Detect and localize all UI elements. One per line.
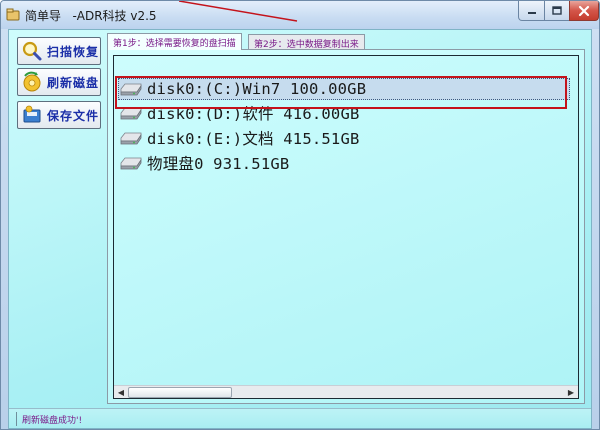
save-file-label: 保存文件 — [47, 108, 100, 123]
disk-item-text: disk0:(C:)Win7 100.00GB — [147, 80, 367, 98]
maximize-button[interactable] — [544, 1, 570, 21]
disk-list-item[interactable]: disk0:(D:)软件 416.00GB — [119, 102, 571, 124]
disk-item-text: 物理盘0 931.51GB — [147, 155, 290, 173]
hard-disk-icon — [120, 83, 142, 96]
disk-item-text: disk0:(D:)软件 416.00GB — [147, 105, 360, 123]
scroll-right-icon[interactable]: ▶ — [565, 387, 577, 397]
title-bar[interactable]: 简单导 -ADR科技 v2.5 — [1, 1, 599, 29]
client-area: 扫描恢复 刷新磁盘 保存文件 第1步：选择需要恢复的盘扫描 第2步：选中数据复制… — [8, 29, 592, 429]
save-file-button[interactable]: 保存文件 — [17, 101, 101, 129]
minimize-icon — [527, 11, 536, 14]
status-bar: 刷新磁盘成功'! — [9, 408, 591, 428]
scan-recover-label: 扫描恢复 — [47, 44, 100, 59]
app-window: 简单导 -ADR科技 v2.5 扫描恢复 刷新磁盘 保存文件 第1步：选择需要恢… — [0, 0, 600, 430]
annotation-line — [179, 1, 298, 22]
close-button[interactable] — [569, 1, 599, 21]
disk-list[interactable]: disk0:(C:)Win7 100.00GB disk0:(D:)软件 416… — [113, 55, 579, 399]
disk-list-item[interactable]: disk0:(C:)Win7 100.00GB — [118, 78, 570, 100]
hard-disk-icon — [120, 157, 142, 170]
hard-disk-icon — [120, 107, 142, 120]
maximize-icon — [552, 5, 562, 15]
disk-list-item[interactable]: 物理盘0 931.51GB — [119, 152, 571, 174]
hard-disk-icon — [120, 132, 142, 145]
scroll-thumb[interactable] — [128, 387, 232, 398]
app-icon — [6, 8, 20, 21]
refresh-disc-icon — [23, 71, 41, 92]
status-text: 刷新磁盘成功'! — [22, 416, 83, 426]
disk-list-item[interactable]: disk0:(E:)文档 415.51GB — [119, 127, 571, 149]
minimize-button[interactable] — [518, 1, 545, 21]
disk-item-text: disk0:(E:)文档 415.51GB — [147, 130, 360, 148]
refresh-disk-button[interactable]: 刷新磁盘 — [17, 68, 101, 96]
save-file-icon — [23, 105, 41, 123]
tab-step1[interactable]: 第1步：选择需要恢复的盘扫描 — [107, 33, 242, 50]
horizontal-scrollbar[interactable]: ◀ ▶ — [114, 385, 578, 398]
tab-panel: disk0:(C:)Win7 100.00GB disk0:(D:)软件 416… — [107, 49, 585, 404]
close-icon — [578, 5, 590, 16]
tab-step2[interactable]: 第2步：选中数据复制出来 — [248, 34, 365, 50]
refresh-disk-label: 刷新磁盘 — [47, 75, 100, 90]
scroll-left-icon[interactable]: ◀ — [115, 387, 127, 397]
scan-recover-button[interactable]: 扫描恢复 — [17, 37, 101, 65]
status-separator — [16, 412, 17, 426]
magnifier-icon — [22, 41, 42, 61]
window-title: 简单导 -ADR科技 v2.5 — [25, 9, 157, 23]
